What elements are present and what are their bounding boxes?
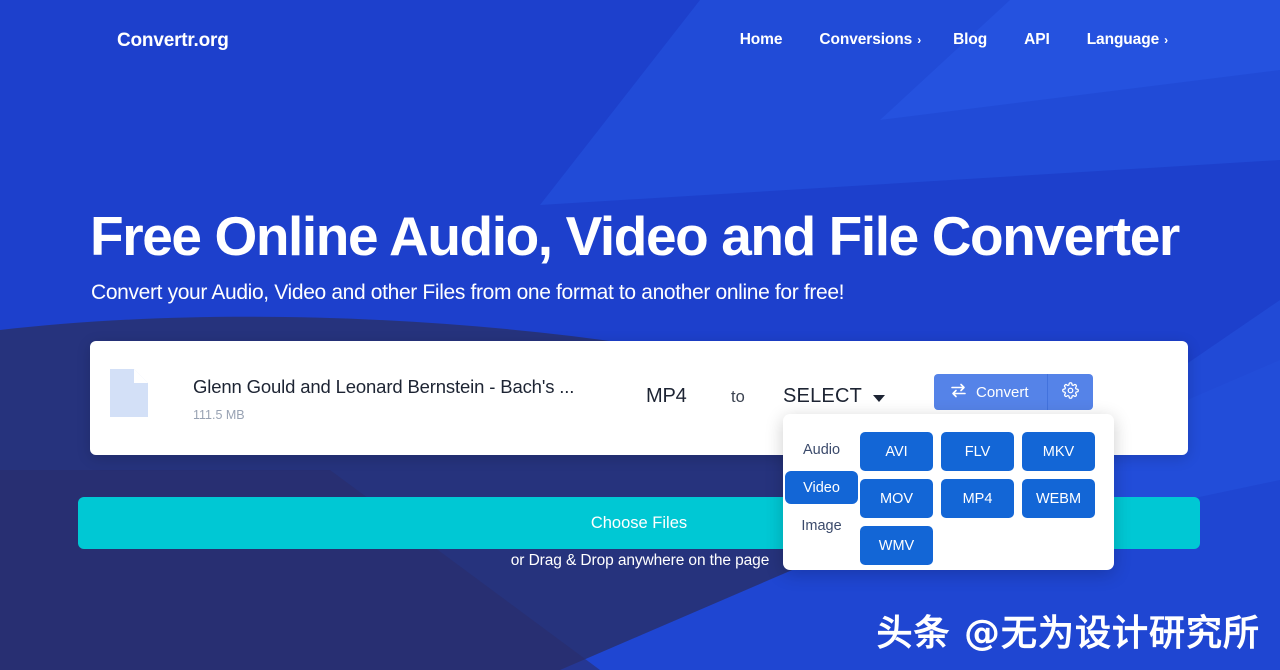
document-icon xyxy=(110,369,148,417)
page-title: Free Online Audio, Video and File Conver… xyxy=(90,205,1180,267)
source-format-label: MP4 xyxy=(646,385,687,407)
nav-item-language[interactable]: Language › xyxy=(1087,31,1168,49)
main-navigation: Home Conversions › Blog API Language › xyxy=(740,31,1168,49)
format-button-avi[interactable]: AVI xyxy=(860,432,933,471)
format-button-mp4[interactable]: MP4 xyxy=(941,479,1014,518)
format-button-wmv[interactable]: WMV xyxy=(860,526,933,565)
target-format-label: SELECT xyxy=(783,385,863,407)
to-label: to xyxy=(731,388,745,406)
convert-button-label: Convert xyxy=(976,383,1029,401)
category-item-image[interactable]: Image xyxy=(785,509,858,542)
nav-item-home[interactable]: Home xyxy=(740,31,788,49)
category-item-video[interactable]: Video xyxy=(785,471,858,504)
chevron-down-icon xyxy=(873,395,886,402)
swap-arrows-icon xyxy=(950,383,967,402)
site-logo[interactable]: Convertr.org xyxy=(117,30,229,52)
convert-button[interactable]: Convert xyxy=(934,374,1047,410)
nav-label: Conversions xyxy=(819,31,913,48)
nav-item-conversions[interactable]: Conversions › xyxy=(819,31,921,49)
site-header: Convertr.org Home Conversions › Blog API… xyxy=(0,0,1280,86)
format-button-mov[interactable]: MOV xyxy=(860,479,933,518)
page-subtitle: Convert your Audio, Video and other File… xyxy=(91,281,845,304)
format-dropdown-panel: Audio Video Image AVI FLV MKV MOV MP4 WE… xyxy=(783,414,1114,570)
chevron-right-icon: › xyxy=(917,33,922,47)
target-format-select[interactable]: SELECT xyxy=(783,385,886,408)
nav-label: Blog xyxy=(953,31,988,48)
format-button-flv[interactable]: FLV xyxy=(941,432,1014,471)
nav-item-api[interactable]: API xyxy=(1024,31,1055,49)
settings-button[interactable] xyxy=(1047,374,1093,410)
nav-label: API xyxy=(1024,31,1050,48)
nav-item-blog[interactable]: Blog xyxy=(953,31,992,49)
nav-label: Home xyxy=(739,31,783,48)
watermark-label: 头条 @无为设计研究所 xyxy=(876,613,1260,654)
format-button-webm[interactable]: WEBM xyxy=(1022,479,1095,518)
convert-button-group: Convert xyxy=(934,374,1093,410)
file-size-label: 111.5 MB xyxy=(193,408,245,422)
file-name-label: Glenn Gould and Leonard Bernstein - Bach… xyxy=(193,376,575,397)
chevron-right-icon: › xyxy=(1164,33,1168,47)
format-category-list: Audio Video Image xyxy=(783,424,860,570)
category-item-audio[interactable]: Audio xyxy=(785,433,858,466)
format-button-mkv[interactable]: MKV xyxy=(1022,432,1095,471)
nav-label: Language xyxy=(1086,31,1160,48)
format-button-grid: AVI FLV MKV MOV MP4 WEBM WMV xyxy=(860,424,1114,570)
gear-icon xyxy=(1061,382,1079,402)
